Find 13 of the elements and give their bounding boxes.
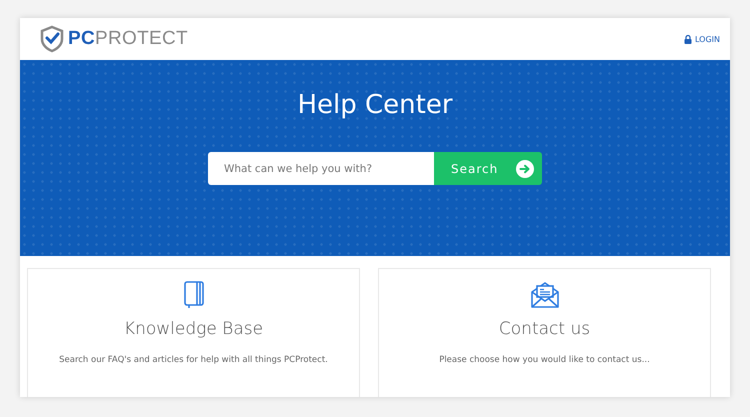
card-description: Search our FAQ's and articles for help with all things PCProtect. xyxy=(59,355,328,365)
login-link[interactable]: LOGIN xyxy=(684,34,720,44)
notebook-icon xyxy=(184,281,204,309)
logo-text: PCPROTECT xyxy=(68,28,188,50)
card-description: Please choose how you would like to contact us... xyxy=(439,355,650,365)
search-field[interactable]: What can we help you with? xyxy=(208,152,434,185)
lock-icon xyxy=(684,34,692,44)
shield-check-icon xyxy=(40,25,64,53)
arrow-circle-icon xyxy=(516,160,534,178)
envelope-icon xyxy=(530,281,558,309)
card-title: Knowledge Base xyxy=(124,319,264,339)
card-title: Contact us xyxy=(498,319,590,339)
page-title: Help Center xyxy=(297,90,453,120)
